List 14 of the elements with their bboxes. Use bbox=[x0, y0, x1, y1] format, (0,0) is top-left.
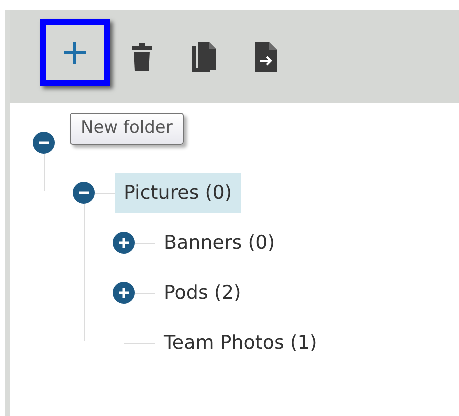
plus-icon bbox=[62, 40, 88, 66]
folder-label[interactable]: Banners (0) bbox=[155, 222, 284, 264]
export-file-icon bbox=[255, 42, 277, 72]
expand-icon[interactable] bbox=[113, 232, 135, 254]
collapse-icon[interactable] bbox=[33, 132, 55, 154]
new-folder-button[interactable] bbox=[40, 19, 110, 86]
trash-icon bbox=[132, 42, 152, 70]
collapse-icon[interactable] bbox=[73, 182, 95, 204]
folder-label[interactable]: Pods (2) bbox=[155, 272, 250, 314]
folder-label[interactable]: Team Photos (1) bbox=[155, 322, 326, 364]
copy-icon bbox=[192, 42, 216, 72]
folder-label[interactable]: Pictures (0) bbox=[115, 172, 242, 214]
expand-icon[interactable] bbox=[113, 282, 135, 304]
tooltip: New folder bbox=[70, 113, 184, 144]
